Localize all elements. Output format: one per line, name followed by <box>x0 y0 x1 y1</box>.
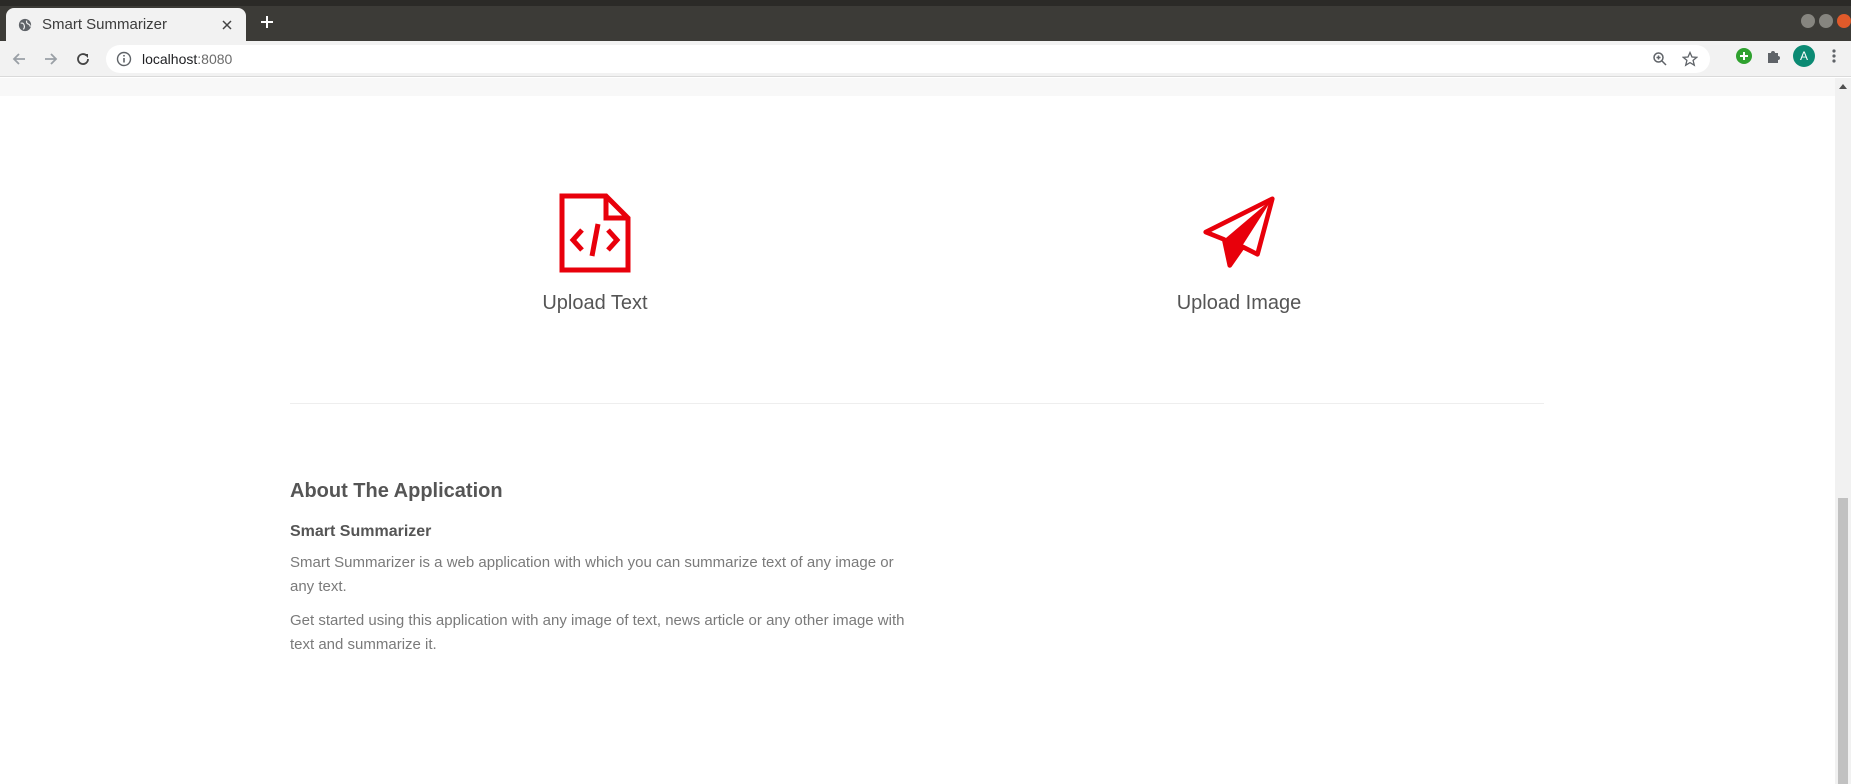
vertical-scrollbar[interactable] <box>1835 78 1851 784</box>
puzzle-icon[interactable] <box>1763 45 1785 67</box>
tab-title: Smart Summarizer <box>42 16 168 33</box>
about-paragraph-1: Smart Summarizer is a web application wi… <box>290 554 894 595</box>
close-window-button[interactable] <box>1837 14 1851 28</box>
address-bar[interactable]: localhost:8080 <box>106 45 1710 73</box>
toolbar-right-actions: A <box>1733 45 1851 67</box>
back-arrow-icon[interactable] <box>10 50 28 68</box>
title-strip <box>0 0 1851 6</box>
bookmark-star-icon[interactable] <box>1682 51 1698 67</box>
page-viewport: Upload Text Upload Image About The Appli… <box>0 78 1851 784</box>
about-subheading: Smart Summarizer <box>290 523 432 540</box>
upload-image-card[interactable]: Upload Image <box>1089 192 1389 315</box>
about-heading: About The Application <box>290 480 503 502</box>
upload-text-card[interactable]: Upload Text <box>445 192 745 315</box>
close-tab-icon[interactable] <box>220 18 234 32</box>
section-divider <box>290 403 1544 404</box>
url-host: localhost <box>142 51 198 67</box>
zoom-icon[interactable] <box>1652 51 1668 67</box>
address-bar-actions <box>1652 51 1698 67</box>
extension-plus-icon[interactable] <box>1733 45 1755 67</box>
new-tab-icon[interactable] <box>258 13 276 31</box>
upload-text-label: Upload Text <box>542 292 648 314</box>
browser-toolbar: localhost:8080 A <box>0 41 1851 77</box>
globe-icon <box>18 18 32 31</box>
window-controls <box>1801 14 1851 28</box>
url-port: :8080 <box>197 51 233 67</box>
about-paragraph-2: Get started using this application with … <box>290 612 905 653</box>
about-section: About The Application Smart Summarizer S… <box>290 480 910 657</box>
minimize-button[interactable] <box>1801 14 1815 28</box>
paper-plane-icon <box>1203 196 1275 268</box>
file-code-icon <box>559 193 631 273</box>
browser-tabbar: Smart Summarizer <box>0 0 1851 41</box>
kebab-menu-icon[interactable] <box>1823 45 1845 67</box>
forward-arrow-icon[interactable] <box>42 50 60 68</box>
page-header-band <box>0 78 1835 96</box>
url-text: localhost:8080 <box>142 51 232 67</box>
site-info-icon[interactable] <box>116 51 132 67</box>
maximize-button[interactable] <box>1819 14 1833 28</box>
browser-tab[interactable]: Smart Summarizer <box>6 8 246 41</box>
scroll-up-arrow-icon[interactable] <box>1839 84 1847 89</box>
upload-image-label: Upload Image <box>1176 292 1302 314</box>
reload-icon[interactable] <box>74 50 92 68</box>
profile-avatar[interactable]: A <box>1793 45 1815 67</box>
scroll-thumb[interactable] <box>1838 498 1848 784</box>
